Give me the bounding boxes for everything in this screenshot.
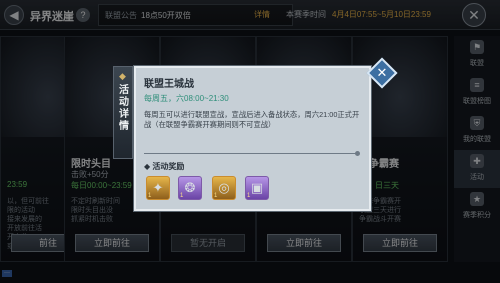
reward-level: 1	[148, 193, 152, 199]
activity-detail-modal: 联盟王城战 每周五，六08:00~21:30 每周五可以进行联盟宣战，宣战后进入…	[134, 66, 371, 211]
activity-detail-tab: ◆ 活动详情	[113, 66, 133, 159]
modal-description: 每周五可以进行联盟宣战，宣战后进入备战状态，周六21:00正式开战（在联盟争霸赛…	[144, 110, 360, 129]
tab-diamond-icon: ◆	[119, 71, 126, 81]
reward-level: 1	[214, 193, 218, 199]
modal-title: 联盟王城战	[144, 79, 194, 90]
silver-dragon-icon[interactable]: ❂ 1	[178, 176, 202, 200]
divider-dot	[355, 151, 360, 156]
reward-section-title: ◆ 活动奖励	[144, 162, 185, 171]
tab-label: 活动详情	[119, 85, 129, 132]
divider	[144, 153, 357, 154]
treasure-chest-icon[interactable]: ▣ 1	[245, 176, 269, 200]
reward-level: 1	[247, 193, 251, 199]
reward-level: 1	[180, 193, 184, 199]
gold-medal-icon[interactable]: ◎ 1	[212, 176, 236, 200]
gold-crystal-icon[interactable]: ✦ 1	[146, 176, 170, 200]
modal-time: 每周五，六08:00~21:30	[144, 94, 229, 103]
